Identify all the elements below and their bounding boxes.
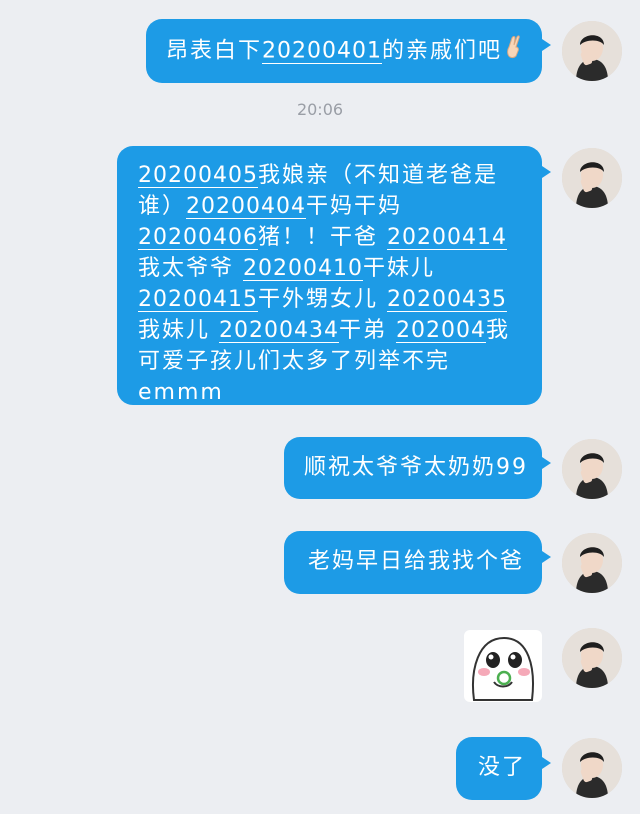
date-tag: 20200410 <box>243 256 363 281</box>
avatar[interactable] <box>562 148 622 208</box>
message-text: 顺祝太爷爷太奶奶99 <box>304 455 528 480</box>
message-text: 昂表白下 <box>166 38 263 64</box>
message-text: 猪！！干爸 <box>257 225 387 250</box>
crossed-fingers-icon <box>504 35 526 68</box>
message-text: 我太爷爷 <box>138 256 243 281</box>
avatar[interactable] <box>562 533 622 593</box>
message-bubble-1[interactable]: 昂表白下20200401的亲戚们吧 <box>146 19 551 83</box>
date-tag: 20200415 <box>138 287 258 312</box>
avatar[interactable] <box>562 21 622 81</box>
message-text: 干妈干妈 <box>306 194 403 219</box>
timestamp: 20:06 <box>296 100 344 119</box>
crying-blob-sticker[interactable] <box>464 630 542 702</box>
date-tag: 202004 <box>395 318 486 343</box>
avatar[interactable] <box>562 439 622 499</box>
date-tag: 20200405 <box>138 163 258 188</box>
message-text: 干外甥女儿 <box>257 287 387 312</box>
date-tag: 20200406 <box>138 225 258 250</box>
message-text: 干弟 <box>338 318 396 343</box>
avatar[interactable] <box>562 738 622 798</box>
message-bubble-4[interactable]: 老妈早日给我找个爸 <box>284 531 551 594</box>
date-tag: 20200414 <box>386 225 507 250</box>
date-tag: 20200401 <box>262 38 382 64</box>
message-text: 干妹儿 <box>362 256 435 281</box>
message-bubble-6[interactable]: 没了 <box>456 737 551 800</box>
date-tag: 20200404 <box>186 194 306 219</box>
message-text: 我妹儿 <box>138 318 219 343</box>
message-bubble-2[interactable]: 20200405我娘亲（不知道老爸是谁）20200404干妈干妈 2020040… <box>117 146 551 405</box>
date-tag: 20200434 <box>219 318 339 343</box>
date-tag: 20200435 <box>386 287 507 312</box>
message-bubble-3[interactable]: 顺祝太爷爷太奶奶99 <box>284 437 551 499</box>
message-text: 的亲戚们吧 <box>382 38 503 64</box>
message-text: 老妈早日给我找个爸 <box>308 549 525 574</box>
avatar[interactable] <box>562 628 622 688</box>
message-text: 没了 <box>478 755 527 780</box>
